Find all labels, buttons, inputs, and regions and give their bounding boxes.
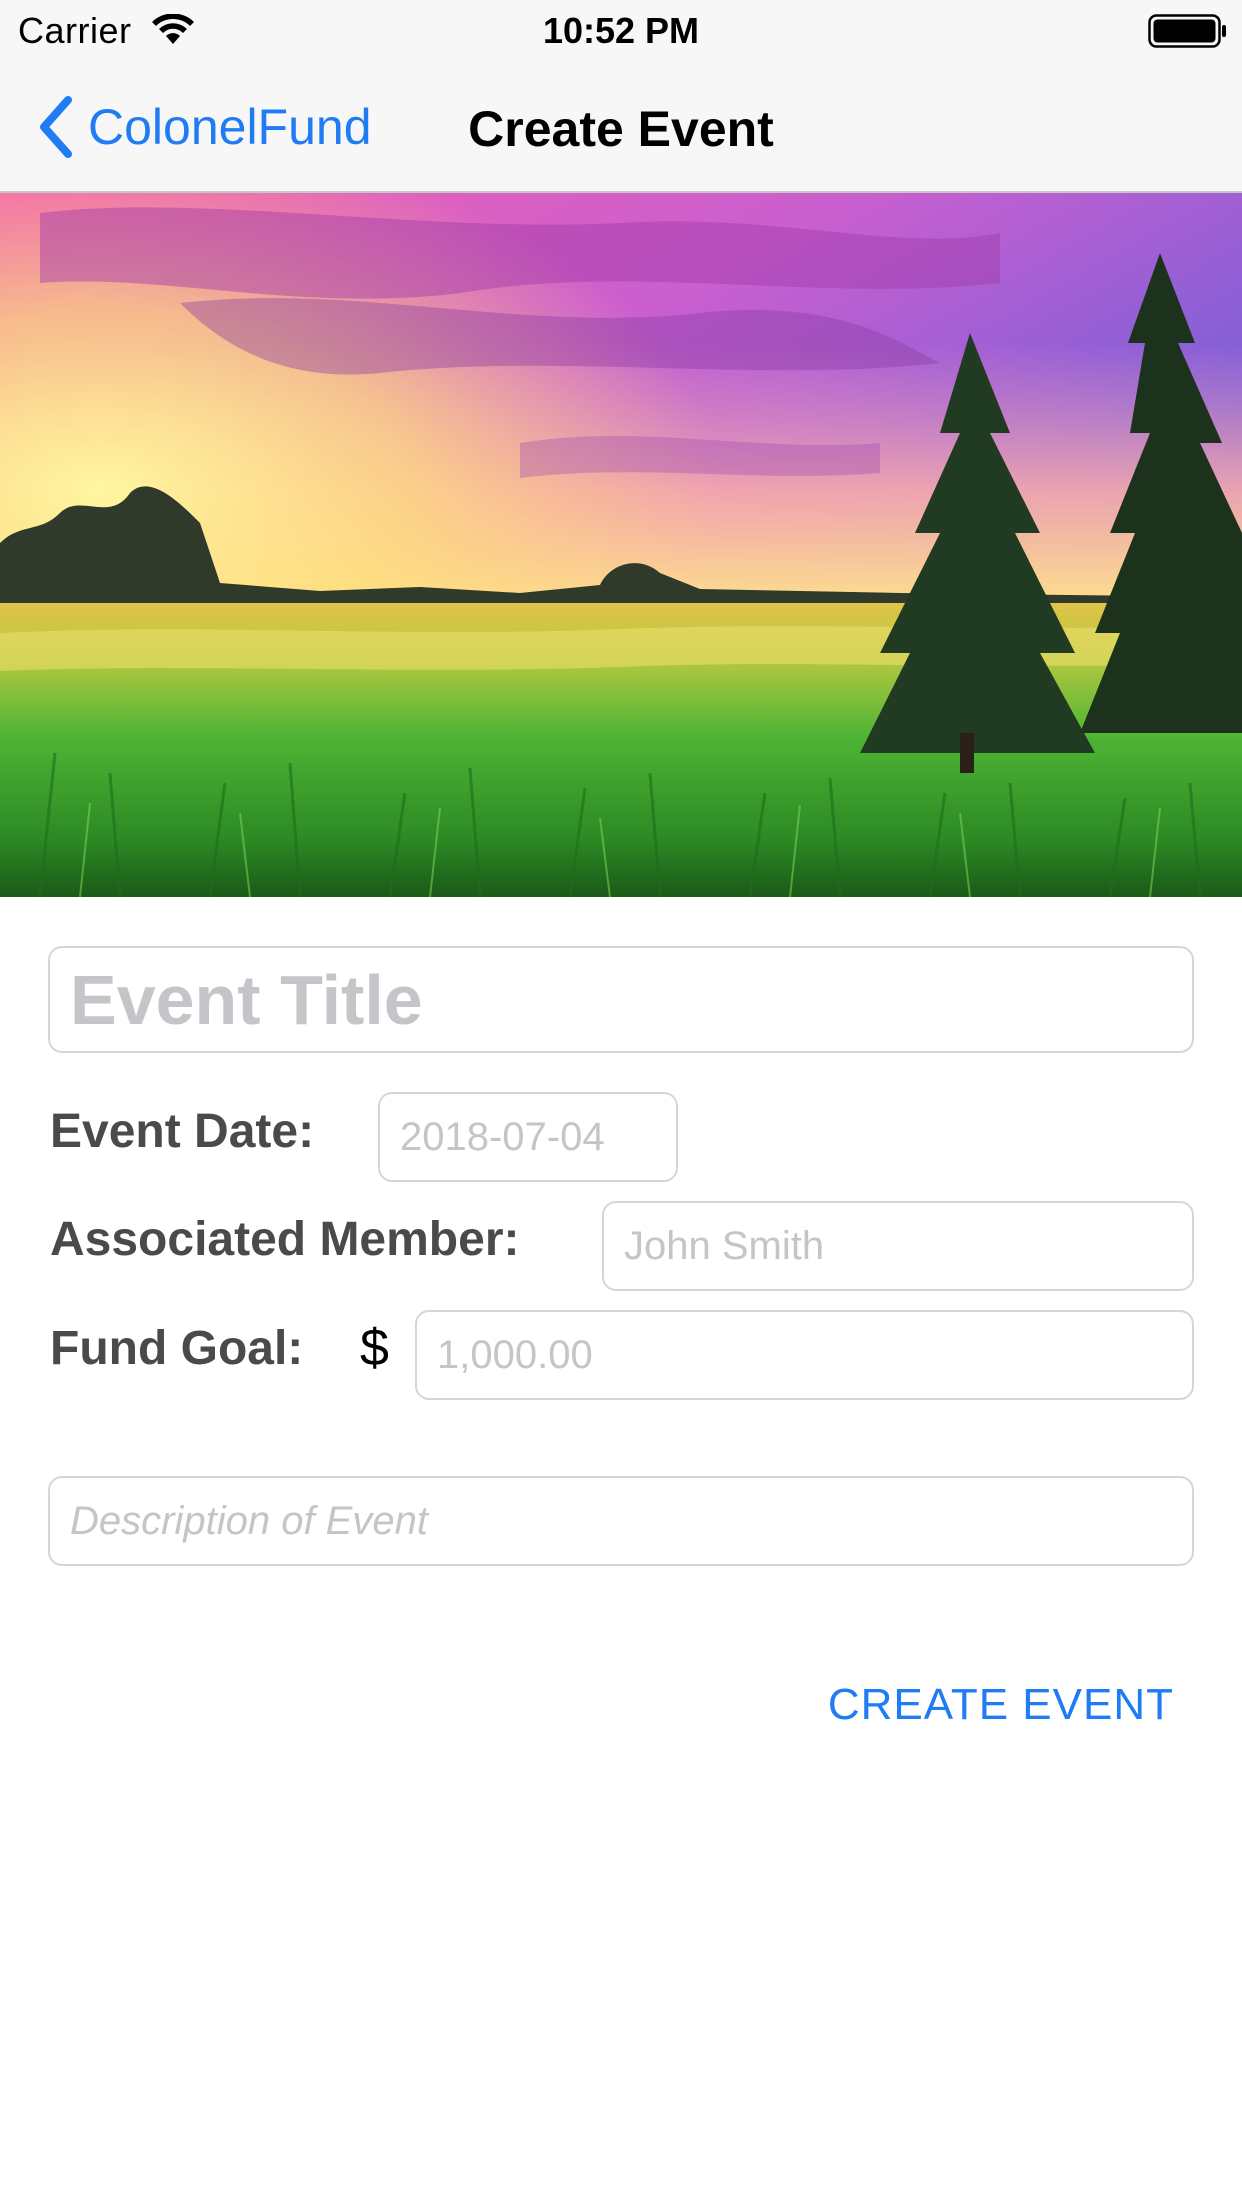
associated-member-placeholder: John Smith xyxy=(624,1223,825,1268)
event-title-placeholder: Event Title xyxy=(70,960,423,1039)
create-event-button[interactable]: CREATE EVENT xyxy=(800,1680,1174,1730)
associated-member-label: Associated Member: xyxy=(50,1213,520,1266)
fund-goal-input[interactable]: 1,000.00 xyxy=(415,1310,1194,1400)
event-header-image[interactable] xyxy=(0,193,1242,897)
page-title: Create Event xyxy=(468,101,774,157)
event-date-placeholder: 2018-07-04 xyxy=(400,1114,605,1159)
battery-full-icon xyxy=(1148,14,1226,48)
associated-member-input[interactable]: John Smith xyxy=(602,1201,1194,1291)
event-description-input[interactable]: Description of Event xyxy=(48,1476,1194,1566)
currency-symbol: $ xyxy=(360,1319,389,1377)
event-title-input[interactable]: Event Title xyxy=(48,946,1194,1053)
status-bar: Carrier 10:52 PM xyxy=(0,0,1242,60)
fund-goal-placeholder: 1,000.00 xyxy=(437,1332,593,1377)
fund-goal-label: Fund Goal: xyxy=(50,1322,304,1375)
navigation-bar: ColonelFund Create Event xyxy=(0,60,1242,193)
event-description-placeholder: Description of Event xyxy=(70,1498,428,1543)
event-date-input[interactable]: 2018-07-04 xyxy=(378,1092,678,1182)
clock: 10:52 PM xyxy=(542,10,700,51)
event-date-label: Event Date: xyxy=(50,1105,315,1158)
